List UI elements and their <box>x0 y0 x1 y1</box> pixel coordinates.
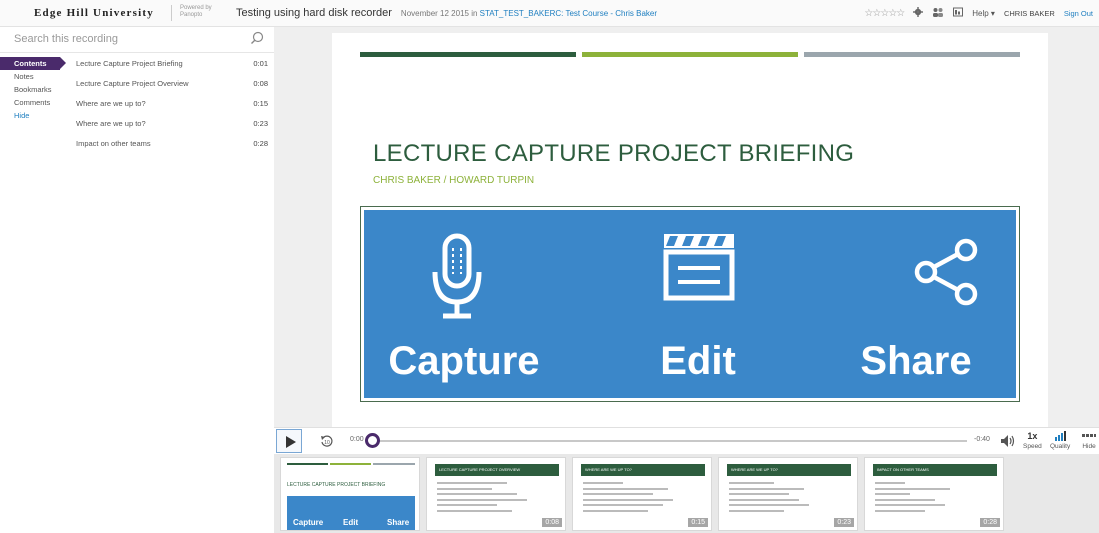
timeline-scrubber[interactable] <box>365 433 380 448</box>
banner: Capture Edit Share <box>364 210 1016 398</box>
hide-thumbnails-control[interactable]: Hide <box>1082 431 1096 450</box>
tab-contents[interactable]: Contents <box>0 57 66 70</box>
thumbnail-2[interactable]: LECTURE CAPTURE PROJECT OVERVIEW 0:08 <box>426 457 566 531</box>
thumbnail-3[interactable]: WHERE ARE WE UP TO? 0:15 <box>572 457 712 531</box>
list-item[interactable]: Lecture Capture Project Briefing 0:01 <box>76 57 268 77</box>
quality-bars-icon <box>1050 431 1070 443</box>
tab-comments[interactable]: Comments <box>0 96 70 109</box>
remaining-time: -0:40 <box>974 436 990 443</box>
quality-label: Quality <box>1050 443 1071 450</box>
slide-title: LECTURE CAPTURE PROJECT BRIEFING <box>373 140 855 167</box>
quality-control[interactable]: Quality <box>1050 431 1070 450</box>
search-icon[interactable] <box>250 31 264 45</box>
tab-hide[interactable]: Hide <box>0 109 70 122</box>
settings-gear-icon[interactable] <box>913 7 924 20</box>
hide-label: Hide <box>1082 443 1096 450</box>
thumb-title: IMPACT ON OTHER TEAMS <box>873 464 997 476</box>
slide-bar-2 <box>582 52 798 57</box>
slide-subtitle: CHRIS BAKER / HOWARD TURPIN <box>373 175 535 186</box>
thumbnail-4[interactable]: WHERE ARE WE UP TO? 0:23 <box>718 457 858 531</box>
thumb-time: 0:23 <box>834 518 854 527</box>
clapperboard-icon <box>663 234 735 301</box>
thumb-title: WHERE ARE WE UP TO? <box>727 464 851 476</box>
banner-label-capture: Capture <box>388 339 540 383</box>
slide: LECTURE CAPTURE PROJECT BRIEFING CHRIS B… <box>332 33 1048 427</box>
thumb-lines <box>729 482 829 515</box>
thumb-title: LECTURE CAPTURE PROJECT BRIEFING <box>287 482 386 488</box>
thumb-lines <box>437 482 537 515</box>
sidebar: Contents Notes Bookmarks Comments Hide L… <box>0 27 274 533</box>
sidebar-tabs: Contents Notes Bookmarks Comments Hide <box>0 57 70 122</box>
powered-by: Powered by Panopto <box>171 5 226 21</box>
player-controls: 10 0:00 -0:40 1x Speed Quality Hide <box>274 427 1099 454</box>
list-item[interactable]: Where are we up to? 0:23 <box>76 117 268 137</box>
slide-bar-3 <box>804 52 1020 57</box>
recording-date: November 12 2015 in <box>400 8 478 18</box>
play-button[interactable] <box>276 429 302 453</box>
rewind-10-icon[interactable]: 10 <box>320 434 334 448</box>
thumb-title: WHERE ARE WE UP TO? <box>581 464 705 476</box>
thumbnail-5[interactable]: IMPACT ON OTHER TEAMS 0:28 <box>864 457 1004 531</box>
signout-link[interactable]: Sign Out <box>1064 9 1093 18</box>
course-link[interactable]: STAT_TEST_BAKERC: Test Course - Chris Ba… <box>480 9 657 18</box>
thumbnails-icon <box>1082 431 1096 443</box>
volume-icon[interactable] <box>1000 434 1016 448</box>
thumbnail-1[interactable]: LECTURE CAPTURE PROJECT BRIEFING Capture… <box>280 457 420 531</box>
thumb-time: 0:08 <box>542 518 562 527</box>
timeline-track[interactable] <box>372 440 967 442</box>
search-input[interactable] <box>14 27 234 51</box>
thumbnail-strip: LECTURE CAPTURE PROJECT BRIEFING Capture… <box>274 454 1099 533</box>
banner-frame: Capture Edit Share <box>360 206 1020 402</box>
list-item[interactable]: Where are we up to? 0:15 <box>76 97 268 117</box>
layout-icon[interactable] <box>953 7 964 20</box>
video-stage[interactable]: LECTURE CAPTURE PROJECT BRIEFING CHRIS B… <box>274 27 1099 427</box>
share-icon <box>914 238 978 306</box>
thumb-title: LECTURE CAPTURE PROJECT OVERVIEW <box>435 464 559 476</box>
search-bar <box>0 27 274 53</box>
speed-value: 1x <box>1027 431 1038 441</box>
microphone-icon <box>432 233 482 319</box>
thumb-time: 0:28 <box>980 518 1000 527</box>
users-icon[interactable] <box>932 7 944 20</box>
slide-bar-1 <box>360 52 576 57</box>
list-item[interactable]: Lecture Capture Project Overview 0:08 <box>76 77 268 97</box>
recording-title: Testing using hard disk recorder <box>236 7 392 19</box>
brand-logo: Edge Hill University <box>34 7 154 19</box>
list-item[interactable]: Impact on other teams 0:28 <box>76 137 268 157</box>
top-right-tools: ☆☆☆☆☆ Help ▾ CHRIS BAKER Sign Out <box>864 0 1093 27</box>
tab-notes[interactable]: Notes <box>0 70 70 83</box>
banner-share: Share <box>816 210 1016 398</box>
contents-list: Lecture Capture Project Briefing 0:01 Lec… <box>76 57 268 157</box>
tab-bookmarks[interactable]: Bookmarks <box>0 83 70 96</box>
recording-meta: November 12 2015 in STAT_TEST_BAKERC: Te… <box>401 9 657 18</box>
speed-control[interactable]: 1x Speed <box>1023 431 1042 450</box>
thumb-banner: Capture Edit Share <box>287 496 415 530</box>
user-name: CHRIS BAKER <box>1003 9 1055 18</box>
banner-capture: Capture <box>364 210 564 398</box>
rating-stars[interactable]: ☆☆☆☆☆ <box>864 8 905 19</box>
banner-label-share: Share <box>860 339 972 383</box>
speed-label: Speed <box>1023 443 1042 450</box>
thumb-lines <box>875 482 975 515</box>
help-menu[interactable]: Help ▾ <box>972 9 995 18</box>
current-time: 0:00 <box>350 436 364 443</box>
top-bar: Edge Hill University Powered by Panopto … <box>0 0 1099 27</box>
thumb-bars <box>287 463 415 465</box>
svg-text:10: 10 <box>324 440 330 446</box>
banner-edit: Edit <box>598 210 798 398</box>
banner-label-edit: Edit <box>660 339 736 383</box>
thumb-time: 0:15 <box>688 518 708 527</box>
thumb-lines <box>583 482 683 515</box>
